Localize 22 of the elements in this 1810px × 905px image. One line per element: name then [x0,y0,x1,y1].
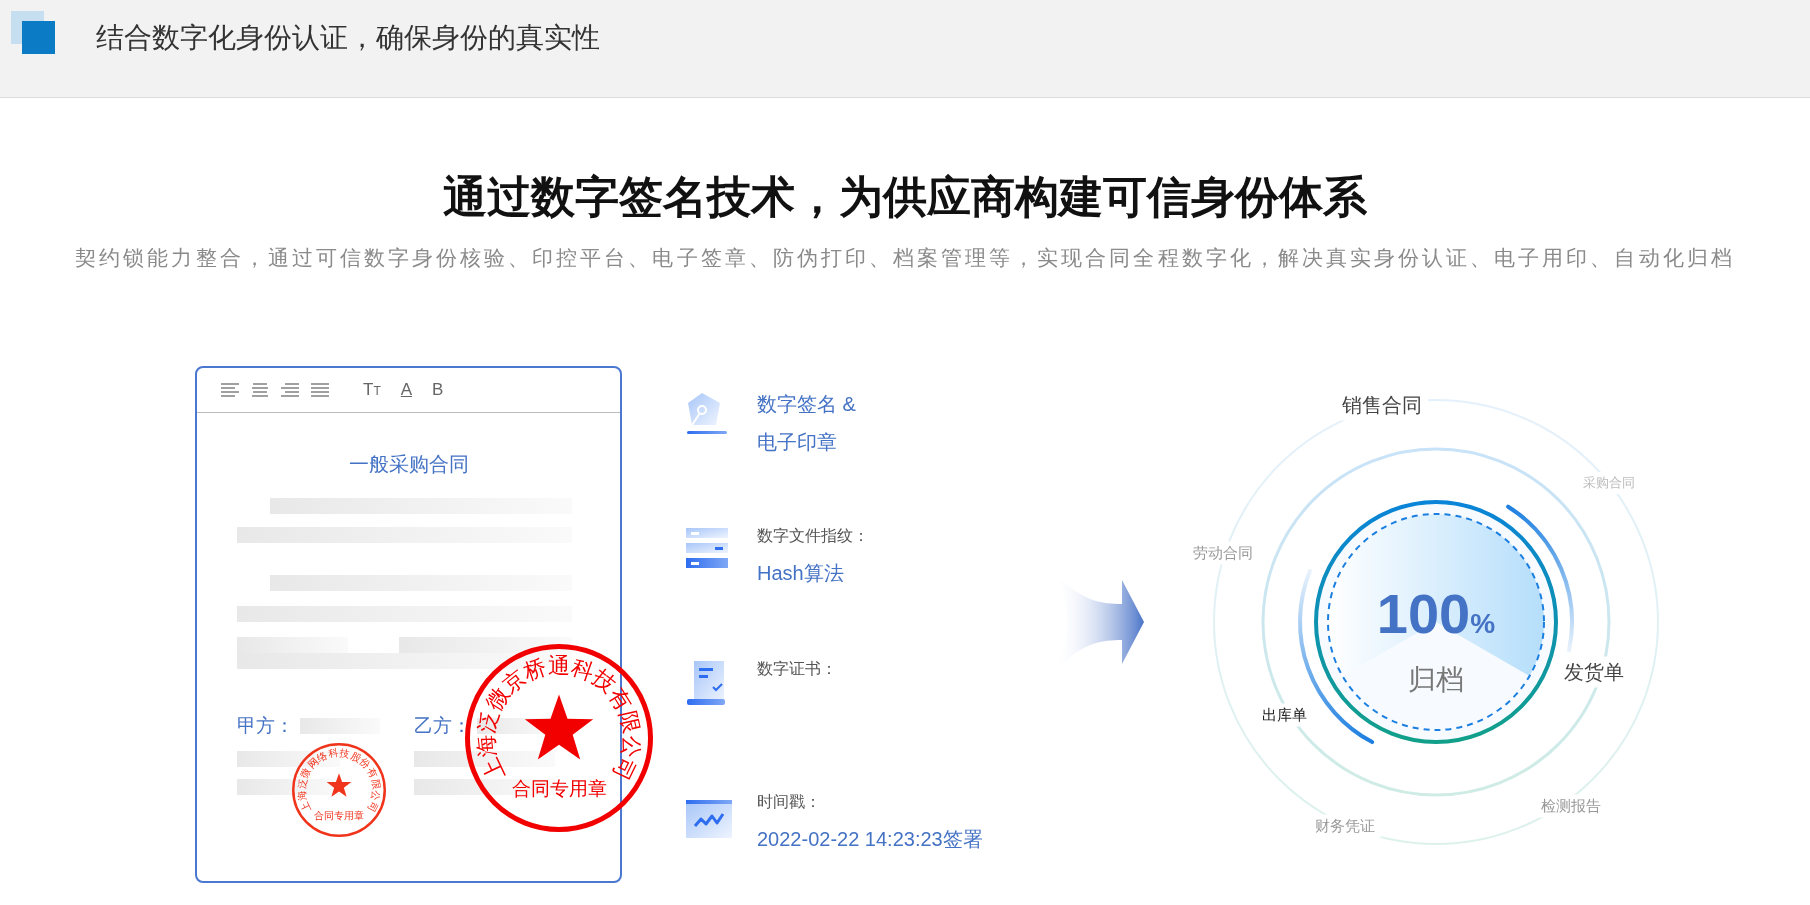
gauge-label: 归档 [1408,663,1464,697]
feature-caption: 时间戳： [757,792,822,812]
text-size-button[interactable]: TT [363,379,381,401]
feature-title: Hash算法 [757,561,845,586]
feature-title: 数字签名 & 电子印章 [757,392,857,455]
feature-caption: 数字证书： [757,659,837,679]
percentage-value: 100% [1376,584,1496,647]
align-left-icon [221,382,239,398]
squares-icon [11,11,57,55]
font-color-button[interactable]: A [400,380,413,400]
align-center-icon [251,382,269,398]
bold-button[interactable]: B [432,380,444,400]
feature-title: 2022-02-22 14:23:23签署 [757,827,983,852]
subtitle: 契约锁能力整合，通过可信数字身份核验、印控平台、电子签章、防伪打印、档案管理等，实现合同全程数字化，解决真实身份认证、电子用印、自动化归档 [75,245,1735,271]
align-right-icon [281,382,299,398]
party-label: 甲方： [237,714,294,738]
contract-title: 一般采购合同 [347,452,470,477]
justify-icon [311,382,329,398]
main-heading: 通过数字签名技术，为供应商构建可信身份体系 [443,171,1367,223]
company-seal: 上海泛微网络科技股份有限公司 合同专用章 [291,742,387,838]
header-title: 结合数字化身份认证，确保身份的真实性 [96,21,600,55]
feature-caption: 数字文件指纹： [757,526,869,546]
